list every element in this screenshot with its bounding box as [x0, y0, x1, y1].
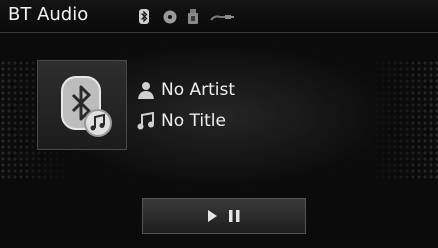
usb-icon — [188, 9, 198, 24]
bluetooth-icon — [139, 9, 149, 24]
disc-icon — [163, 9, 177, 24]
album-art — [37, 60, 127, 150]
title-row: No Title — [137, 109, 226, 133]
play-pause-icon — [208, 210, 240, 222]
person-icon — [138, 82, 154, 99]
play-pause-button[interactable] — [142, 198, 306, 234]
status-bar: BT Audio — [0, 0, 438, 33]
screen-title: BT Audio — [8, 4, 89, 25]
right-speaker-decoration — [368, 60, 438, 180]
artist-text: No Artist — [161, 80, 236, 100]
aux-cable-icon — [210, 9, 234, 23]
music-note-icon — [137, 112, 154, 130]
artist-row: No Artist — [137, 78, 235, 102]
bt-audio-screen: BT Audio No Artist No Title — [0, 0, 438, 248]
bluetooth-music-icon — [61, 76, 112, 137]
title-text: No Title — [161, 111, 226, 131]
